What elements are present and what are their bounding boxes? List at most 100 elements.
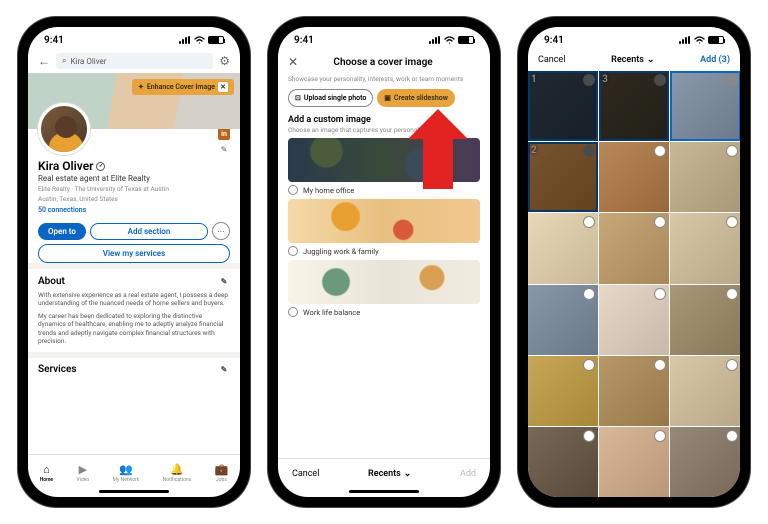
signal-icon bbox=[429, 36, 441, 44]
check-circle-icon bbox=[583, 288, 595, 300]
more-button[interactable]: ⋯ bbox=[212, 222, 230, 240]
edit-pencil-icon[interactable]: ✎ bbox=[218, 143, 230, 155]
upload-photo-button[interactable]: ⊡Upload single photo bbox=[288, 89, 373, 107]
check-circle-icon bbox=[726, 359, 738, 371]
close-icon[interactable]: ✕ bbox=[218, 82, 228, 92]
custom-image-subtitle: Choose an image that captures your perso… bbox=[278, 125, 490, 138]
home-indicator bbox=[349, 490, 419, 493]
search-icon: ⌕ bbox=[62, 56, 66, 66]
radio-icon[interactable] bbox=[288, 185, 298, 195]
check-circle-icon bbox=[583, 359, 595, 371]
cancel-button[interactable]: Cancel bbox=[292, 469, 319, 479]
check-circle-icon bbox=[654, 288, 666, 300]
photo-cell[interactable] bbox=[528, 285, 598, 355]
photo-cell[interactable] bbox=[528, 356, 598, 426]
radio-icon[interactable] bbox=[288, 246, 298, 256]
add-section-button[interactable]: Add section bbox=[90, 223, 208, 240]
phone-photo-picker: 9:41 Cancel Recents⌄ Add (3) 1 3 2 bbox=[518, 17, 750, 507]
avatar[interactable] bbox=[38, 103, 90, 155]
status-bar: 9:41 bbox=[528, 27, 740, 49]
enhance-label: Enhance Cover Image bbox=[147, 83, 215, 91]
photo-cell[interactable] bbox=[599, 285, 669, 355]
check-circle-icon bbox=[726, 430, 738, 442]
photo-cell[interactable] bbox=[599, 356, 669, 426]
photo-cell[interactable] bbox=[599, 427, 669, 497]
enhance-cover-button[interactable]: ✦ Enhance Cover Image ✕ bbox=[132, 79, 234, 95]
connections-link[interactable]: 50 connections bbox=[38, 206, 230, 214]
photo-cell[interactable] bbox=[670, 71, 740, 141]
check-circle-icon bbox=[583, 145, 595, 157]
photo-cell[interactable]: 1 bbox=[528, 71, 598, 141]
tab-home[interactable]: ⌂Home bbox=[40, 463, 53, 483]
photo-cell[interactable] bbox=[528, 213, 598, 283]
open-to-button[interactable]: Open to bbox=[38, 223, 86, 240]
photo-cell[interactable] bbox=[670, 285, 740, 355]
option-image bbox=[288, 199, 480, 243]
tab-notifications[interactable]: 🔔Notifications bbox=[163, 463, 191, 483]
radio-icon[interactable] bbox=[288, 307, 298, 317]
edit-services-icon[interactable]: ✎ bbox=[218, 364, 230, 376]
option-label: Work life balance bbox=[303, 308, 360, 317]
profile-meta2: Austin, Texas, United States bbox=[38, 195, 230, 203]
status-bar: 9:41 bbox=[278, 27, 490, 49]
photo-cell[interactable] bbox=[670, 427, 740, 497]
bell-icon: 🔔 bbox=[170, 463, 184, 476]
close-icon[interactable]: ✕ bbox=[288, 55, 298, 69]
selection-number: 2 bbox=[531, 145, 537, 156]
check-circle-icon bbox=[583, 216, 595, 228]
home-indicator bbox=[99, 490, 169, 493]
battery-icon bbox=[208, 36, 224, 44]
tab-jobs[interactable]: 💼Jobs bbox=[215, 463, 229, 483]
photo-cell[interactable] bbox=[599, 213, 669, 283]
cancel-button[interactable]: Cancel bbox=[538, 55, 565, 65]
option-balance[interactable]: Work life balance bbox=[278, 260, 490, 321]
about-text2: My career has been dedicated to explorin… bbox=[38, 312, 230, 346]
network-icon: 👥 bbox=[119, 463, 133, 476]
signal-icon bbox=[679, 36, 691, 44]
tab-network[interactable]: 👥My Network bbox=[113, 463, 140, 483]
option-home-office[interactable]: My home office bbox=[278, 138, 490, 199]
home-icon: ⌂ bbox=[43, 463, 50, 476]
edit-about-icon[interactable]: ✎ bbox=[218, 275, 230, 287]
modal-subtitle: Showcase your personality, interests, wo… bbox=[278, 75, 490, 89]
add-button: Add bbox=[460, 469, 476, 479]
tab-bar: ⌂Home ▶Video 👥My Network 🔔Notifications … bbox=[28, 454, 240, 488]
image-icon: ⊡ bbox=[295, 94, 301, 102]
check-circle-icon bbox=[726, 216, 738, 228]
photo-cell[interactable]: 2 bbox=[528, 142, 598, 212]
album-dropdown[interactable]: Recents⌄ bbox=[611, 55, 654, 65]
photo-grid: 1 3 2 bbox=[528, 71, 740, 497]
add-selected-button[interactable]: Add (3) bbox=[700, 55, 730, 65]
about-section: About✎ With extensive experience as a re… bbox=[28, 263, 240, 352]
photo-cell[interactable] bbox=[528, 427, 598, 497]
verified-icon: ✓ bbox=[96, 162, 105, 171]
search-input[interactable]: ⌕ Kira Oliver bbox=[56, 53, 213, 69]
about-title: About bbox=[38, 276, 65, 287]
option-label: My home office bbox=[303, 186, 354, 195]
photo-cell[interactable] bbox=[670, 142, 740, 212]
battery-icon bbox=[458, 36, 474, 44]
services-section: Services✎ bbox=[28, 352, 240, 382]
recents-dropdown[interactable]: Recents⌄ bbox=[368, 469, 411, 479]
option-image bbox=[288, 260, 480, 304]
custom-image-title: Add a custom image bbox=[278, 115, 490, 125]
photo-cell[interactable] bbox=[670, 213, 740, 283]
profile-headline: Real estate agent at Elite Realty bbox=[38, 174, 230, 183]
tab-video[interactable]: ▶Video bbox=[77, 463, 90, 483]
check-circle-icon bbox=[726, 288, 738, 300]
photo-cell[interactable] bbox=[599, 142, 669, 212]
view-services-button[interactable]: View my services bbox=[38, 244, 230, 263]
modal-title: Choose a cover image bbox=[333, 57, 432, 68]
settings-gear-icon[interactable]: ⚙ bbox=[219, 54, 230, 68]
check-circle-icon bbox=[726, 74, 738, 86]
back-icon[interactable]: ← bbox=[38, 54, 50, 68]
photo-cell[interactable] bbox=[670, 356, 740, 426]
battery-icon bbox=[708, 36, 724, 44]
check-circle-icon bbox=[654, 430, 666, 442]
wifi-icon bbox=[194, 36, 205, 44]
photo-cell[interactable]: 3 bbox=[599, 71, 669, 141]
option-juggling[interactable]: Juggling work & family bbox=[278, 199, 490, 260]
create-slideshow-button[interactable]: ▣Create slideshow bbox=[377, 89, 455, 107]
check-circle-icon bbox=[654, 216, 666, 228]
footer-bar: Cancel Recents⌄ Add bbox=[278, 458, 490, 488]
